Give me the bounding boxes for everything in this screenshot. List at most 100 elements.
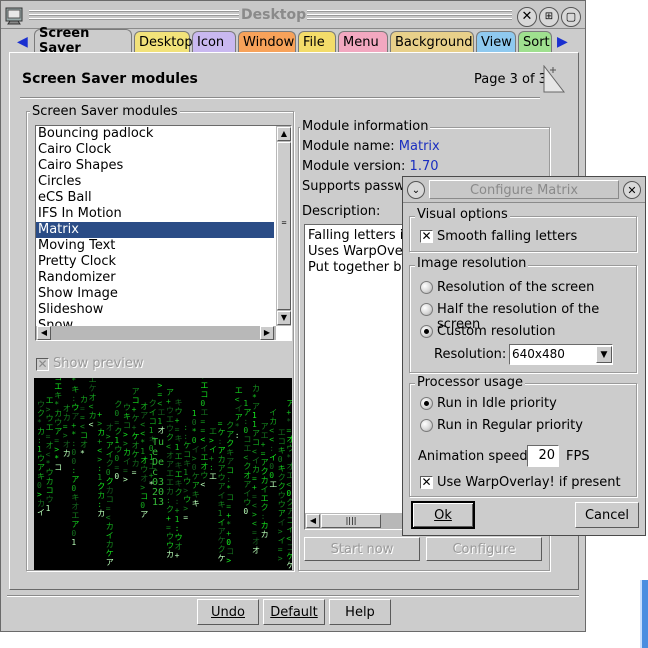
scroll-left-icon[interactable]: ◀: [37, 326, 51, 340]
tab-window[interactable]: Window: [238, 31, 296, 52]
list-item[interactable]: Cairo Shapes: [36, 158, 274, 174]
window-title: Desktop: [241, 7, 307, 23]
radio-half-resolution[interactable]: [420, 303, 433, 316]
tab-background[interactable]: Background: [390, 31, 474, 52]
restore-icon[interactable]: ⊞: [539, 7, 559, 27]
configure-dialog: ⌄ Configure Matrix ✕ Visual options ✕ Sm…: [402, 176, 646, 536]
desc-scroll-left-icon[interactable]: ◀: [306, 514, 320, 528]
matrix-glyph: カ: [132, 459, 140, 468]
matrix-glyph: ク: [149, 399, 157, 408]
list-item[interactable]: Pretty Clock: [36, 254, 274, 270]
matrix-glyph: キ: [278, 464, 286, 473]
matrix-glyph: コ: [140, 492, 148, 501]
matrix-glyph: イ: [123, 457, 131, 466]
matrix-glyph: 0: [226, 538, 231, 547]
list-item[interactable]: IFS In Motion: [36, 206, 274, 222]
matrix-glyph: エ: [200, 381, 208, 390]
tab-screen-saver[interactable]: Screen Saver: [34, 26, 132, 56]
undo-button[interactable]: Undo: [197, 599, 259, 625]
list-item[interactable]: Bouncing padlock: [36, 126, 274, 142]
list-item[interactable]: Slideshow: [36, 302, 274, 318]
matrix-glyph: ア: [218, 482, 226, 491]
modules-group-label: Screen Saver modules: [30, 104, 180, 119]
tab-file[interactable]: File: [298, 31, 336, 52]
radio-idle-priority[interactable]: [420, 397, 433, 410]
list-item[interactable]: Randomizer: [36, 270, 274, 286]
cancel-button[interactable]: Cancel: [575, 502, 639, 528]
app-icon[interactable]: [4, 5, 26, 25]
radio-screen-resolution[interactable]: [420, 281, 433, 294]
tab-scroll-left-icon[interactable]: ◀: [17, 34, 31, 50]
list-item[interactable]: eCS Ball: [36, 190, 274, 206]
tab-desktop[interactable]: Desktop: [134, 31, 193, 52]
start-now-button[interactable]: Start now: [304, 537, 420, 561]
module-version-value: 1.70: [409, 159, 439, 174]
page-corner-icon[interactable]: [543, 64, 573, 93]
matrix-glyph: イ: [209, 445, 217, 454]
matrix-glyph: キ: [123, 412, 131, 421]
tab-menu[interactable]: Menu: [338, 31, 388, 52]
list-item[interactable]: Show Image: [36, 286, 274, 302]
dialog-title-bar[interactable]: ⌄ Configure Matrix ✕: [403, 177, 645, 203]
radio-regular-priority[interactable]: [420, 419, 433, 432]
close-icon[interactable]: ✕: [517, 7, 537, 27]
matrix-glyph: ケ: [218, 554, 226, 563]
matrix-glyph: カ: [252, 465, 260, 474]
matrix-glyph: カ: [97, 509, 105, 518]
modules-hscrollbar[interactable]: [36, 326, 276, 340]
resolution-dropdown[interactable]: 640x480 ▼: [509, 344, 613, 365]
matrix-glyph: カ: [106, 486, 114, 495]
matrix-glyph: ア: [71, 475, 79, 484]
ok-button[interactable]: Ok: [411, 501, 475, 529]
matrix-glyph: カ: [37, 427, 45, 436]
list-item[interactable]: Moving Text: [36, 238, 274, 254]
scroll-right-icon[interactable]: ▶: [260, 326, 274, 340]
matrix-glyph: +: [226, 511, 231, 520]
matrix-glyph: <: [269, 426, 274, 435]
matrix-glyph: =: [106, 504, 111, 513]
resolution-label: Resolution:: [434, 347, 507, 362]
maximize-icon[interactable]: ▢: [561, 7, 581, 27]
default-button[interactable]: Default: [263, 599, 325, 625]
list-item[interactable]: Cairo Clock: [36, 142, 274, 158]
matrix-glyph: エ: [175, 470, 183, 479]
matrix-glyph: +: [175, 416, 180, 425]
warpoverlay-checkbox[interactable]: ✕: [420, 476, 433, 489]
radio-custom-resolution[interactable]: [420, 325, 433, 338]
smooth-letters-checkbox[interactable]: ✕: [420, 230, 433, 243]
animation-speed-input[interactable]: 20: [527, 445, 559, 467]
matrix-glyph: ア: [106, 558, 114, 567]
matrix-glyph: +: [97, 437, 102, 446]
dialog-close-icon[interactable]: ✕: [623, 181, 641, 199]
matrix-glyph: コ: [226, 466, 234, 475]
matrix-glyph: 1: [175, 443, 180, 452]
matrix-glyph: ア: [243, 480, 251, 489]
scroll-down-icon[interactable]: ▼: [277, 311, 291, 325]
matrix-glyph: オ: [140, 402, 148, 411]
list-item[interactable]: Circles: [36, 174, 274, 190]
matrix-glyph: >: [106, 432, 111, 441]
modules-listbox[interactable]: Bouncing padlock Cairo Clock Cairo Shape…: [35, 125, 292, 341]
scroll-thumb[interactable]: =: [277, 142, 291, 310]
tab-sort[interactable]: Sort: [518, 31, 552, 52]
tab-icon[interactable]: Icon: [192, 31, 236, 52]
title-bar[interactable]: Desktop ✕ ⊞ ▢: [1, 1, 585, 29]
matrix-glyph: ア: [166, 388, 174, 397]
scroll-up-icon[interactable]: ▲: [277, 127, 291, 141]
matrix-glyph: <: [200, 435, 205, 444]
show-preview-checkbox[interactable]: ✕: [36, 358, 49, 371]
matrix-glyph: ア: [261, 458, 269, 467]
list-item-selected[interactable]: Matrix: [36, 222, 274, 238]
matrix-glyph: 1: [192, 409, 197, 418]
desc-scroll-thumb[interactable]: ||||: [321, 514, 381, 528]
dialog-menu-icon[interactable]: ⌄: [407, 181, 425, 199]
matrix-glyph: >: [37, 490, 42, 499]
matrix-glyph: エ: [46, 423, 54, 432]
matrix-glyph: カ: [46, 477, 54, 486]
configure-button[interactable]: Configure: [426, 537, 542, 561]
chevron-down-icon[interactable]: ▼: [596, 346, 612, 363]
tab-scroll-right-icon[interactable]: ▶: [557, 34, 571, 50]
tab-view[interactable]: View: [476, 31, 516, 52]
matrix-glyph: >: [63, 431, 68, 440]
help-button[interactable]: Help: [329, 599, 391, 625]
